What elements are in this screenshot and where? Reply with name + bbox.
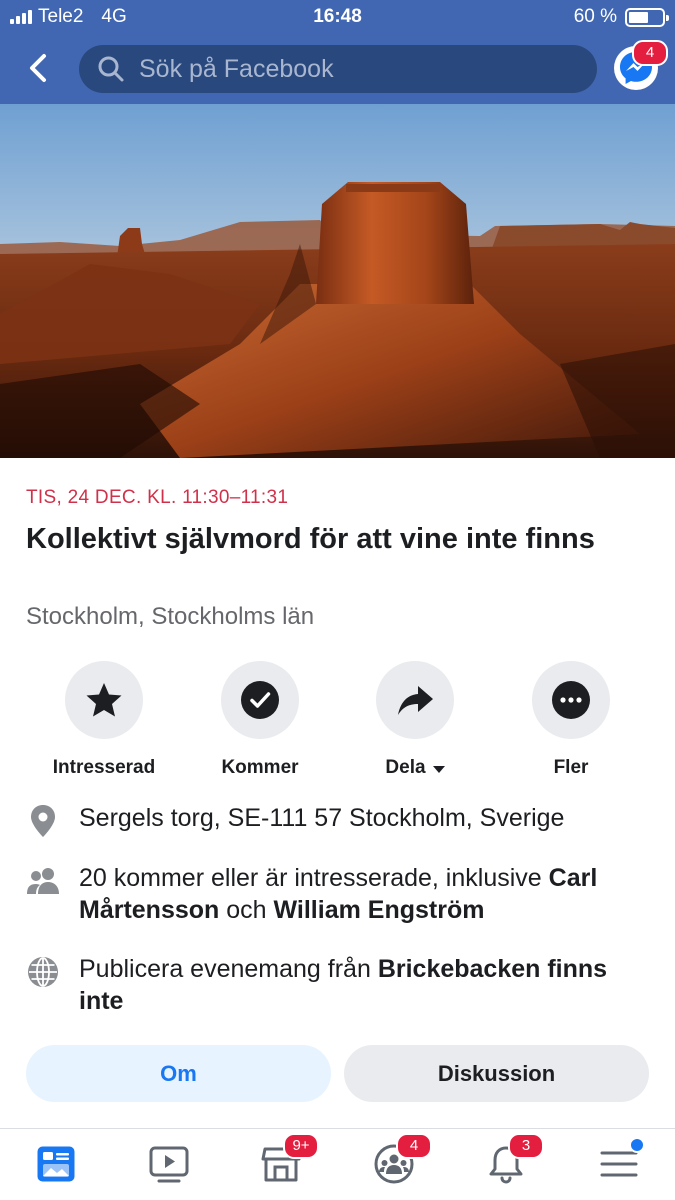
battery-icon <box>625 7 669 27</box>
marketplace-badge: 9+ <box>283 1133 319 1159</box>
desert-butte-image <box>0 104 675 458</box>
nav-notifications[interactable]: 3 <box>476 1133 544 1189</box>
event-title: Kollektivt självmord för att vine inte f… <box>26 523 595 555</box>
search-input[interactable]: Sök på Facebook <box>79 45 597 93</box>
event-location[interactable]: Stockholm, Stockholms län <box>26 603 314 631</box>
going-button[interactable]: Kommer <box>190 661 330 779</box>
notifications-badge: 3 <box>508 1133 544 1159</box>
attendee-link[interactable]: William Engström <box>274 896 485 924</box>
messenger-badge: 4 <box>632 40 668 66</box>
going-label: Kommer <box>221 757 299 778</box>
caret-down-icon <box>432 765 445 773</box>
back-button[interactable] <box>20 48 56 88</box>
menu-icon <box>600 1151 638 1177</box>
status-bar: Tele2 4G 16:48 60 % <box>0 0 675 34</box>
chevron-left-icon <box>30 54 46 82</box>
address-text: Sergels torg, SE-111 57 Stockholm, Sveri… <box>79 804 565 832</box>
battery-percent: 60 % <box>573 6 617 27</box>
menu-notification-dot <box>629 1137 645 1153</box>
publisher-text: Publicera evenemang från Brickebacken fi… <box>79 955 608 1015</box>
event-cover-photo[interactable] <box>0 104 675 458</box>
nav-menu[interactable] <box>589 1137 649 1189</box>
nav-watch[interactable] <box>139 1139 199 1189</box>
news-feed-icon <box>37 1146 75 1182</box>
top-bar: Tele2 4G 16:48 60 % Sök på Facebook 4 <box>0 0 675 104</box>
search-placeholder: Sök på Facebook <box>139 54 334 83</box>
nav-news-feed[interactable] <box>26 1139 86 1189</box>
search-icon <box>98 56 124 82</box>
more-label: Fler <box>553 757 589 778</box>
share-label: Dela <box>385 757 426 778</box>
watch-video-icon <box>149 1146 189 1183</box>
nav-groups[interactable]: 4 <box>364 1133 432 1189</box>
interested-label: Intresserad <box>52 757 156 778</box>
people-icon <box>27 868 59 894</box>
location-pin-icon <box>31 805 55 837</box>
globe-icon <box>28 957 58 987</box>
interested-button[interactable]: Intresserad <box>34 661 174 779</box>
tab-diskussion[interactable]: Diskussion <box>344 1045 649 1102</box>
groups-badge: 4 <box>396 1133 432 1159</box>
check-circle-icon <box>241 681 279 719</box>
share-arrow-icon <box>398 686 433 715</box>
tab-om[interactable]: Om <box>26 1045 331 1102</box>
nav-marketplace[interactable]: 9+ <box>251 1133 319 1189</box>
more-button[interactable]: Fler <box>501 661 641 779</box>
bottom-navigation: 9+ 4 3 <box>0 1128 675 1200</box>
more-dots-icon <box>552 681 590 719</box>
share-button[interactable]: Dela <box>345 661 485 779</box>
star-icon <box>86 683 122 717</box>
messenger-button[interactable]: 4 <box>614 40 668 90</box>
event-date-time: TIS, 24 DEC. KL. 11:30–11:31 <box>26 487 289 508</box>
attendance-text: 20 kommer eller är intresserade, inklusi… <box>79 864 598 924</box>
